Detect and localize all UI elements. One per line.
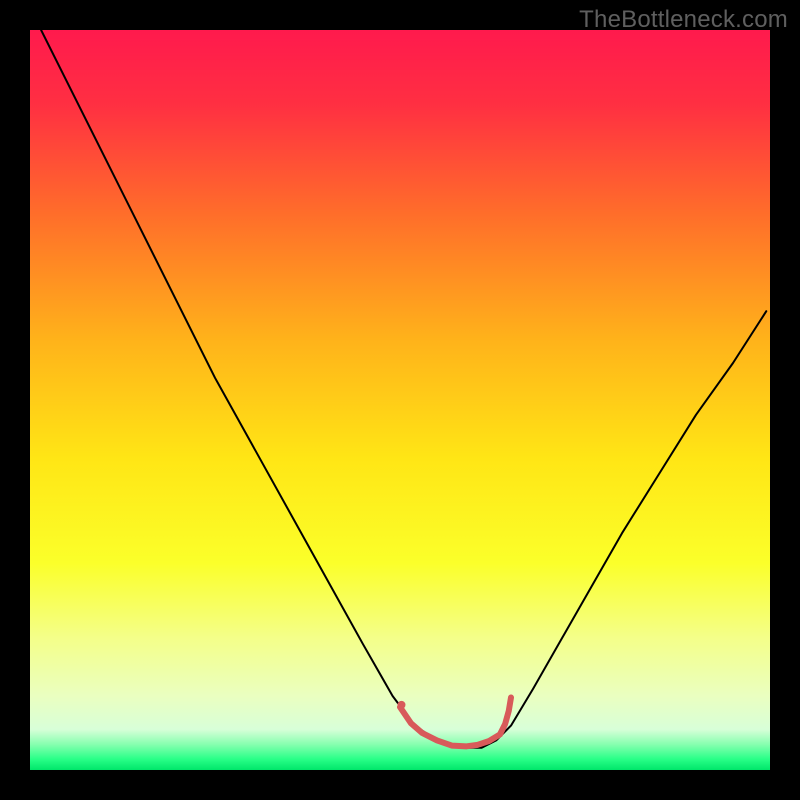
- optimal-start-dot: [397, 701, 405, 709]
- gradient-background: [30, 30, 770, 770]
- chart-container: TheBottleneck.com: [0, 0, 800, 800]
- chart-svg: [30, 30, 770, 770]
- plot-area: [30, 30, 770, 770]
- watermark-text: TheBottleneck.com: [579, 6, 788, 34]
